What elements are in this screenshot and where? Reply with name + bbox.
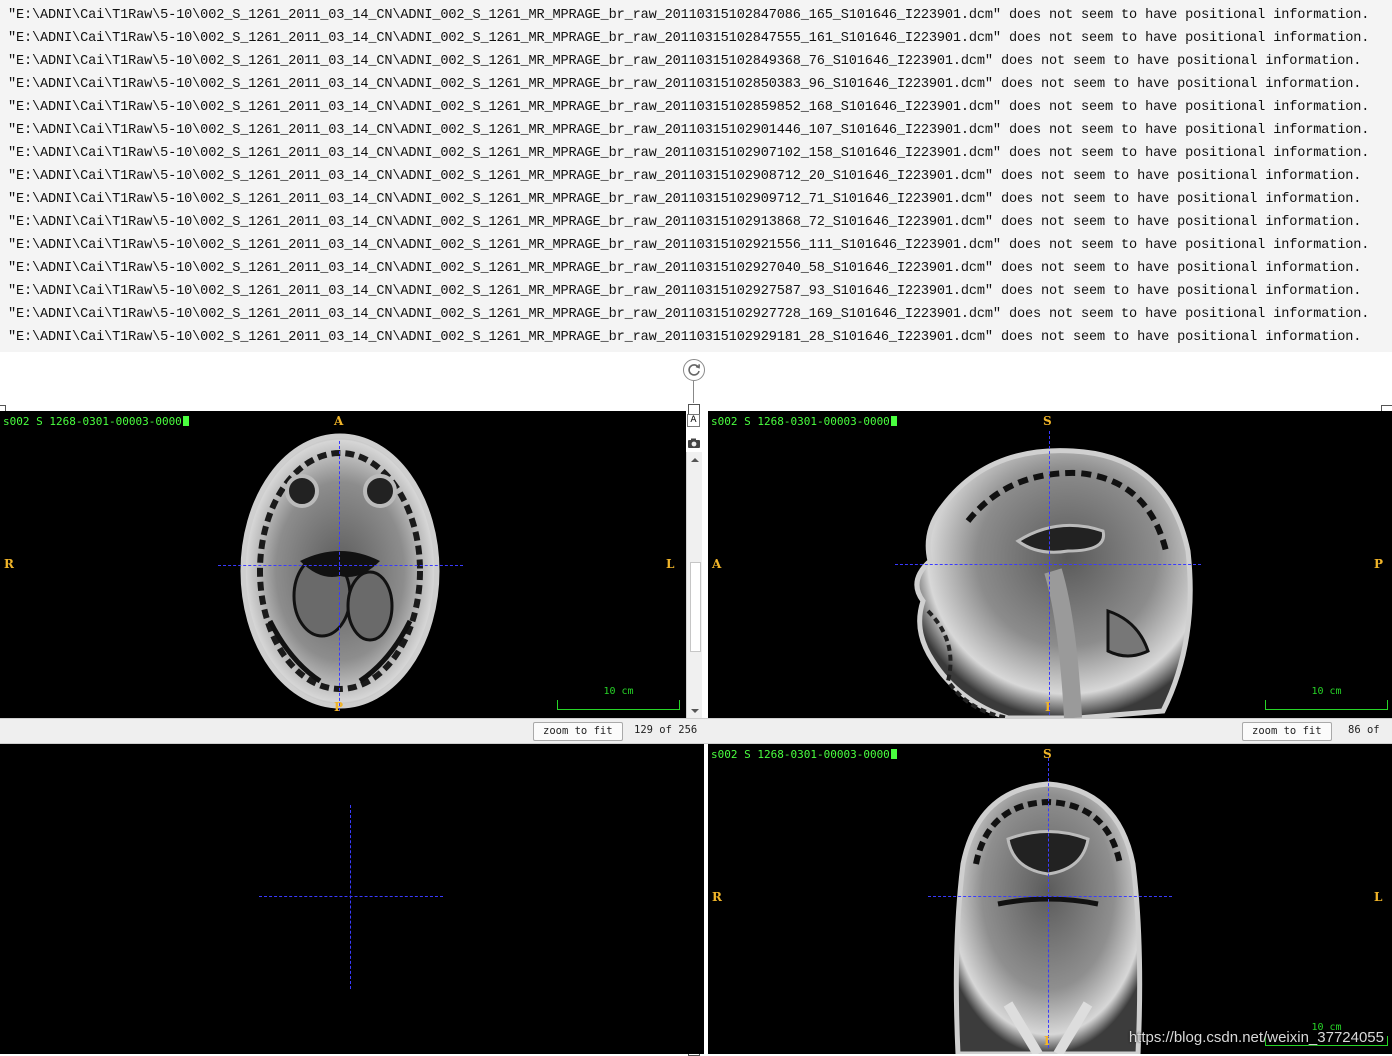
orientation-bottom: I — [1044, 1034, 1050, 1048]
coronal-viewer[interactable]: s002 S 1268-0301-00003-0000 S I R L 10 c… — [708, 744, 1392, 1054]
crosshair-vertical — [339, 441, 340, 711]
slice-counter: 129 of 256 — [634, 724, 698, 736]
log-line: "E:\ADNI\Cai\T1Raw\5-10\002_S_1261_2011_… — [8, 169, 1362, 184]
scroll-up-icon — [691, 458, 699, 462]
orientation-left: A — [712, 557, 722, 571]
orientation-right: L — [666, 557, 675, 571]
sync-button[interactable] — [683, 359, 705, 381]
log-line: "E:\ADNI\Cai\T1Raw\5-10\002_S_1261_2011_… — [8, 330, 1362, 345]
crosshair-horizontal — [895, 564, 1201, 565]
refresh-icon — [688, 364, 700, 376]
empty-viewer[interactable] — [0, 744, 704, 1054]
text-icon: A — [690, 415, 697, 425]
log-line: "E:\ADNI\Cai\T1Raw\5-10\002_S_1261_2011_… — [8, 100, 1370, 115]
orientation-left: R — [4, 557, 14, 571]
axial-toolbar: zoom to fit 129 of 256 — [0, 718, 706, 744]
crosshair-vertical — [1049, 431, 1050, 715]
log-line: "E:\ADNI\Cai\T1Raw\5-10\002_S_1261_2011_… — [8, 261, 1362, 276]
log-output: "E:\ADNI\Cai\T1Raw\5-10\002_S_1261_2011_… — [0, 0, 1392, 352]
crosshair-horizontal — [928, 896, 1172, 897]
camera-icon — [688, 438, 700, 448]
orientation-bottom: P — [334, 700, 344, 714]
log-line: "E:\ADNI\Cai\T1Raw\5-10\002_S_1261_2011_… — [8, 192, 1362, 207]
orientation-bottom: I — [1045, 700, 1051, 714]
crosshair-horizontal — [259, 896, 443, 897]
log-line: "E:\ADNI\Cai\T1Raw\5-10\002_S_1261_2011_… — [8, 31, 1370, 46]
log-line: "E:\ADNI\Cai\T1Raw\5-10\002_S_1261_2011_… — [8, 146, 1370, 161]
orientation-right: P — [1374, 557, 1384, 571]
log-line: "E:\ADNI\Cai\T1Raw\5-10\002_S_1261_2011_… — [8, 8, 1370, 23]
log-line: "E:\ADNI\Cai\T1Raw\5-10\002_S_1261_2011_… — [8, 215, 1362, 230]
brain-coronal-image — [953, 781, 1143, 1054]
scroll-down-icon — [691, 709, 699, 713]
log-line: "E:\ADNI\Cai\T1Raw\5-10\002_S_1261_2011_… — [8, 238, 1370, 253]
orientation-top: S — [1043, 414, 1052, 428]
text-tool-button[interactable]: A — [687, 414, 700, 427]
sagittal-viewer[interactable]: s002 S 1268-0301-00003-0000 S I A P 10 c… — [708, 411, 1392, 718]
log-line: "E:\ADNI\Cai\T1Raw\5-10\002_S_1261_2011_… — [8, 307, 1370, 322]
sync-connector — [693, 381, 694, 403]
scrollbar-thumb[interactable] — [690, 562, 701, 652]
orientation-right: L — [1374, 890, 1383, 904]
crosshair-vertical — [350, 805, 351, 989]
log-line: "E:\ADNI\Cai\T1Raw\5-10\002_S_1261_2011_… — [8, 77, 1362, 92]
scale-bar: 10 cm — [557, 686, 680, 710]
scale-bar-label: 10 cm — [603, 686, 634, 697]
crosshair-horizontal — [218, 565, 463, 566]
sagittal-toolbar: zoom to fit 86 of — [706, 718, 1392, 744]
axial-viewer[interactable]: s002 S 1268-0301-00003-0000 A P R L 10 c… — [0, 411, 686, 718]
scale-bar: 10 cm — [1265, 686, 1388, 710]
orientation-top: A — [334, 414, 344, 428]
slice-scrollbar[interactable] — [686, 452, 702, 718]
log-line: "E:\ADNI\Cai\T1Raw\5-10\002_S_1261_2011_… — [8, 123, 1370, 138]
scale-bar-label: 10 cm — [1311, 686, 1342, 697]
orientation-left: R — [712, 890, 722, 904]
zoom-to-fit-button[interactable]: zoom to fit — [533, 722, 623, 741]
crosshair-vertical — [1048, 758, 1049, 1048]
orientation-top: S — [1043, 747, 1052, 761]
slice-counter: 86 of — [1348, 724, 1380, 736]
log-line: "E:\ADNI\Cai\T1Raw\5-10\002_S_1261_2011_… — [8, 54, 1362, 69]
snapshot-button[interactable] — [687, 435, 701, 449]
zoom-to-fit-button[interactable]: zoom to fit — [1242, 722, 1332, 741]
log-line: "E:\ADNI\Cai\T1Raw\5-10\002_S_1261_2011_… — [8, 284, 1362, 299]
watermark: https://blog.csdn.net/weixin_37724055 — [1128, 1029, 1384, 1046]
